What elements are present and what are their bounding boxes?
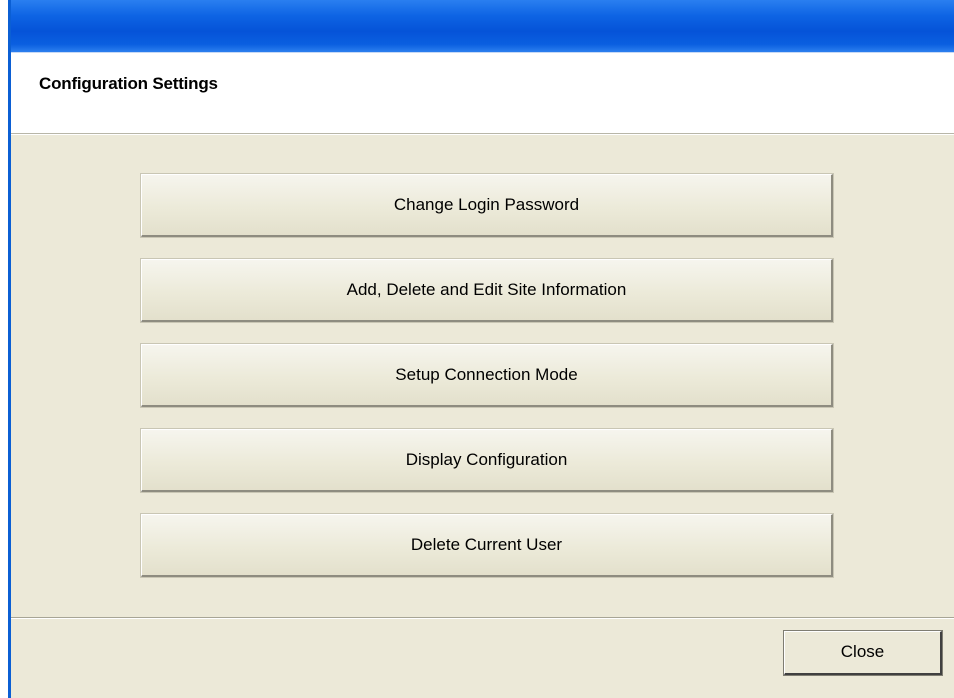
configuration-dialog: Configuration Settings Change Login Pass… <box>8 0 954 698</box>
close-button[interactable]: Close <box>783 630 943 676</box>
setup-connection-mode-button[interactable]: Setup Connection Mode <box>140 343 834 408</box>
settings-button-group: Change Login Password Add, Delete and Ed… <box>140 173 834 599</box>
footer-divider <box>11 617 954 619</box>
title-bar[interactable] <box>11 0 954 53</box>
page-title: Configuration Settings <box>39 74 218 93</box>
delete-current-user-button[interactable]: Delete Current User <box>140 513 834 578</box>
display-configuration-button[interactable]: Display Configuration <box>140 428 834 493</box>
header-panel: Configuration Settings <box>11 53 954 134</box>
change-login-password-button[interactable]: Change Login Password <box>140 173 834 238</box>
edit-site-information-button[interactable]: Add, Delete and Edit Site Information <box>140 258 834 323</box>
